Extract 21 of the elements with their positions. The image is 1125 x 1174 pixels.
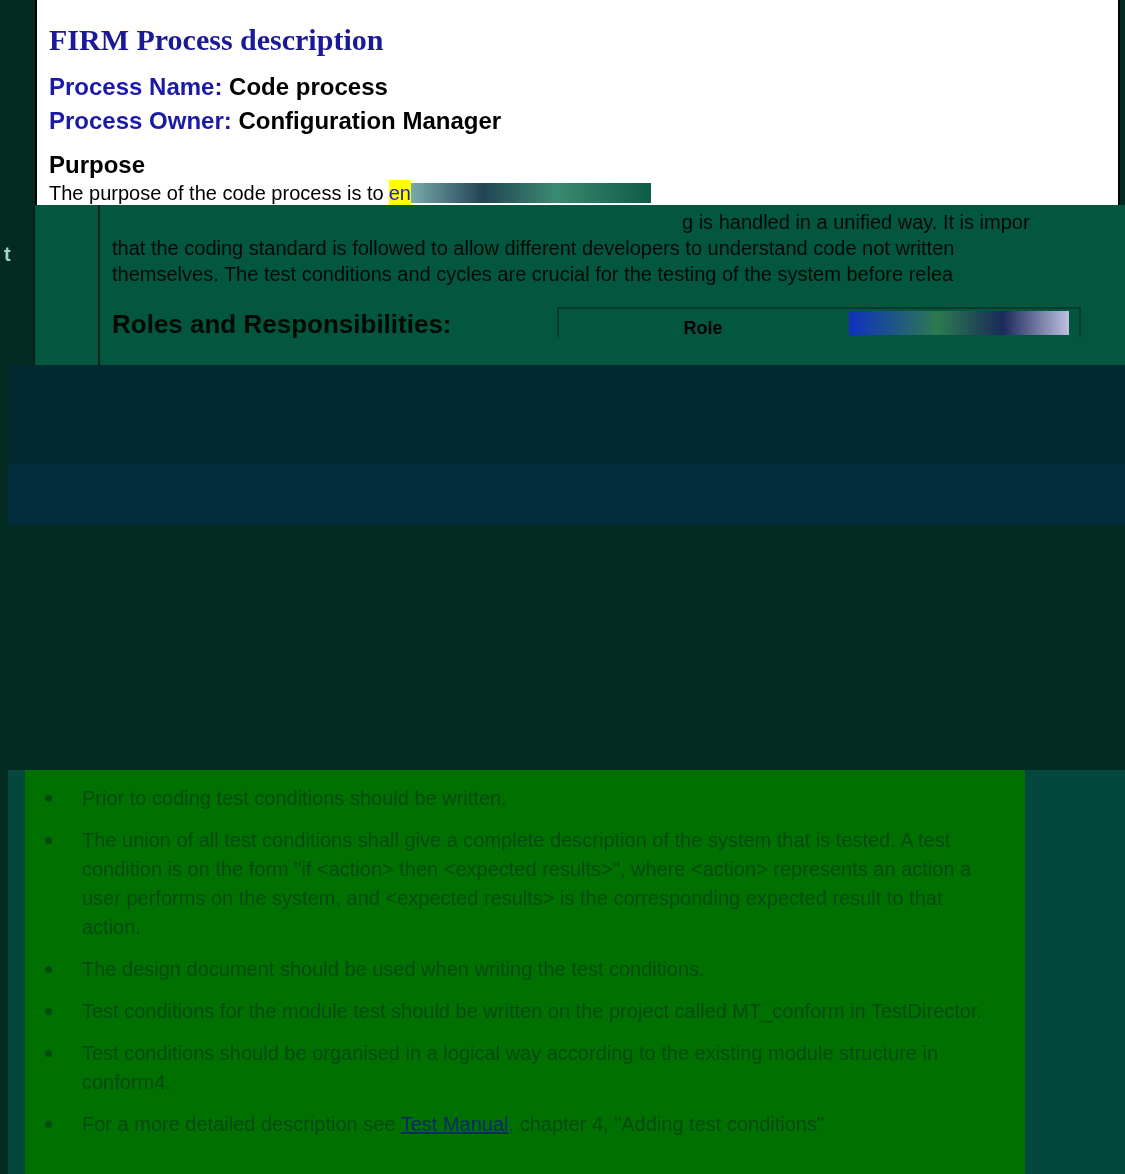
- bullet-icon: [45, 1121, 52, 1128]
- column-header: Role: [683, 319, 723, 337]
- margin-text: t: [4, 242, 11, 267]
- section-heading: Roles and Responsibilities:: [112, 311, 452, 337]
- field-value: Configuration Manager: [238, 107, 502, 134]
- body-text: The purpose of the code process is to: [49, 181, 384, 206]
- manual-link[interactable]: Test Manual: [400, 1113, 509, 1135]
- body-text: g is handled in a unified way. It is impor: [682, 210, 1030, 235]
- bullet-icon: [45, 1050, 52, 1057]
- body-text: that the coding standard is followed to allow different developers to understand code not written: [112, 236, 955, 261]
- bullet-icon: [45, 966, 52, 973]
- page-title: FIRM Process description: [49, 22, 385, 58]
- field-label: Process Name:: [49, 73, 223, 100]
- bullet-icon: [45, 1008, 52, 1015]
- section-heading: Purpose: [49, 150, 147, 180]
- highlighted-text: en: [388, 180, 411, 206]
- field-label: Process Owner:: [49, 107, 232, 134]
- field-value: Code process: [229, 73, 388, 100]
- bullet-icon: [45, 837, 52, 844]
- body-text: themselves. The test conditions and cycles are crucial for the testing of the system before relea: [112, 262, 954, 287]
- bullet-icon: [45, 795, 52, 802]
